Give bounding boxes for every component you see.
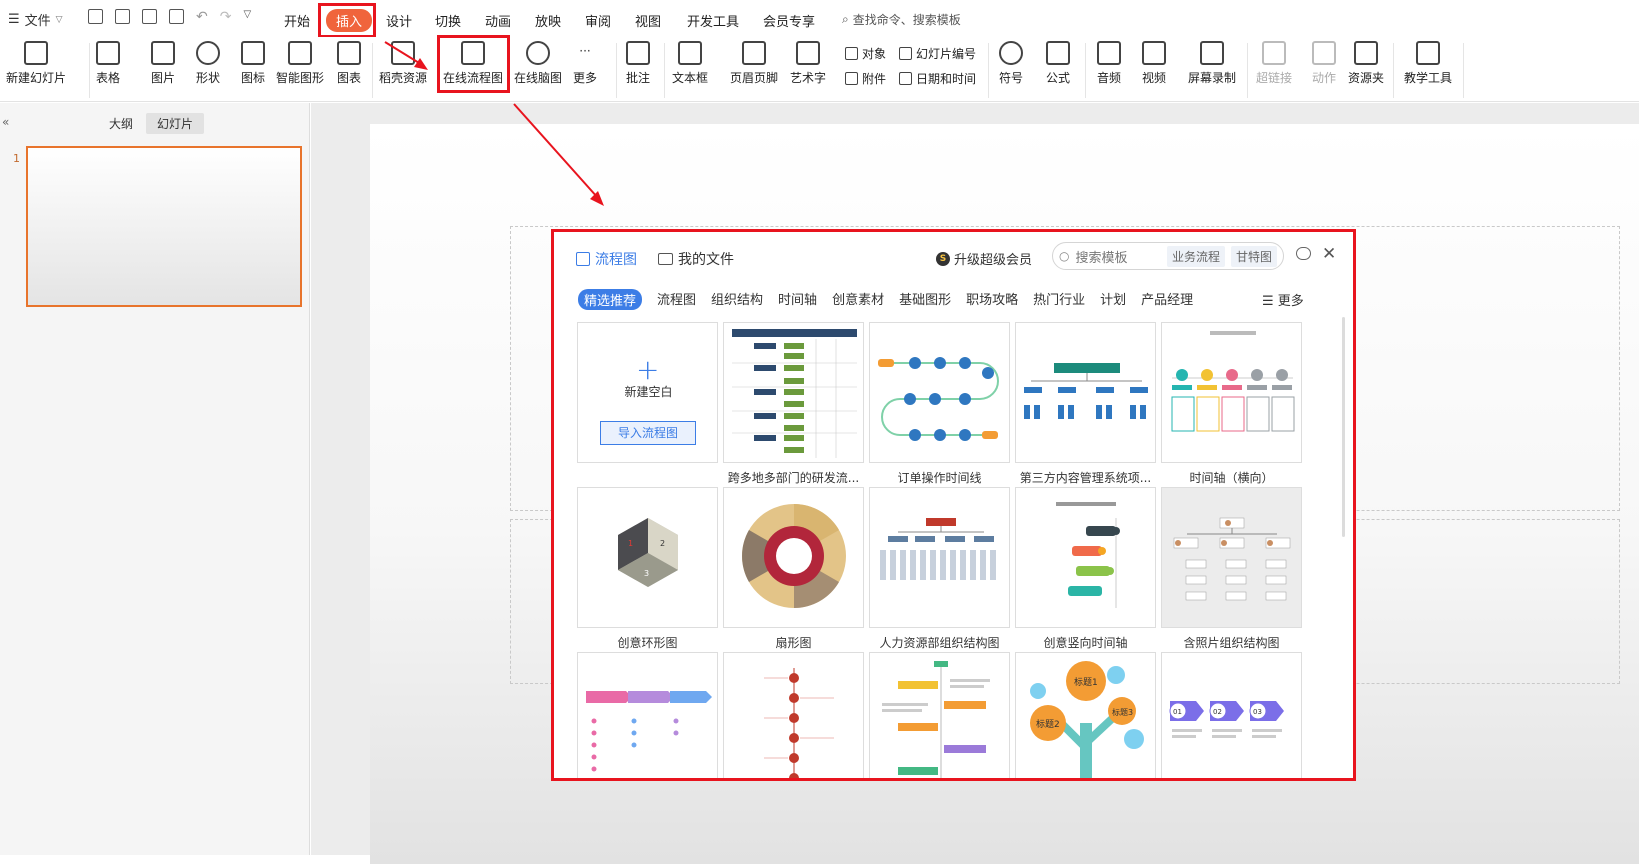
annotation-arrow-2-head [590,191,604,206]
template-caption: 含照片组织结构图 [1183,636,1280,650]
chat-icon[interactable] [1296,247,1311,260]
category-product-manager[interactable]: 产品经理 [1141,289,1193,310]
template-thumbnail [732,329,857,458]
template-thumbnail [880,518,996,580]
template-caption: 时间轴（横向） [1189,471,1274,485]
template-card[interactable] [723,652,864,778]
vip-badge-icon: S [936,251,950,266]
template-caption: 扇形图 [775,636,812,650]
plus-icon: + [636,353,660,386]
search-icon: ○ [1059,249,1070,263]
new-blank-label: 新建空白 [624,385,673,399]
hex-label-1: 1 [628,539,633,548]
tree-label-3: 标题3 [1112,707,1133,717]
template-thumbnail [1171,331,1295,432]
template-thumbnail: 标题1 标题2 标题3 [1030,661,1144,778]
template-thumbnail [1173,517,1291,601]
template-card[interactable]: 1 2 3 [577,487,718,628]
template-card[interactable] [1015,322,1156,463]
template-card[interactable] [869,652,1010,778]
template-thumbnail [878,357,999,441]
template-caption: 第三方内容管理系统项... [1019,471,1152,485]
template-card[interactable] [1015,487,1156,628]
template-card[interactable]: 标题1 标题2 标题3 [1015,652,1156,778]
tree-label-1: 标题1 [1074,676,1098,688]
hex-label-2: 2 [660,539,665,548]
search-chip-gantt[interactable]: 甘特图 [1230,245,1277,267]
flowchart-icon [576,252,590,266]
annotation-arrow-1-head [414,58,428,70]
category-creative[interactable]: 创意素材 [832,289,884,310]
template-card[interactable]: 01 02 03 [1161,652,1302,778]
category-basic-shapes[interactable]: 基础图形 [899,289,951,310]
arrow-label-3: 03 [1253,708,1262,716]
online-flowchart-dialog: 流程图 我的文件 S 升级超级会员 ○ 搜索模板 业务流程 甘特图 ✕ 精选推荐… [551,229,1356,781]
folder-icon [658,253,673,265]
template-card[interactable] [869,322,1010,463]
template-thumbnail [1024,363,1148,419]
template-caption: 创意竖向时间轴 [1043,636,1128,650]
template-search-placeholder: 搜索模板 [1075,250,1128,266]
template-card[interactable] [1161,487,1302,628]
template-card[interactable] [577,652,718,778]
arrow-label-1: 01 [1173,708,1182,716]
template-thumbnail [764,668,834,778]
new-blank-card[interactable]: + 新建空白 导入流程图 [577,322,718,463]
annotation-arrow-2 [513,103,599,199]
template-thumbnail [882,661,990,778]
template-card[interactable] [723,322,864,463]
tab-flowchart[interactable]: 流程图 [576,249,637,269]
category-featured[interactable]: 精选推荐 [578,289,643,310]
category-tabs: 精选推荐 流程图 组织结构 时间轴 创意素材 基础图形 职场攻略 热门行业 计划… [578,289,1208,310]
dialog-scrollbar[interactable] [1342,317,1345,537]
category-career[interactable]: 职场攻略 [966,289,1018,310]
category-flowchart[interactable]: 流程图 [657,289,696,310]
search-chip-business-flow[interactable]: 业务流程 [1166,245,1225,267]
import-flowchart-button[interactable]: 导入流程图 [600,421,696,445]
template-caption: 跨多地多部门的研发流... [727,471,860,485]
template-card[interactable] [1161,322,1302,463]
template-search[interactable]: ○ 搜索模板 业务流程 甘特图 [1052,242,1284,270]
list-icon: ☰ [1262,294,1274,309]
close-icon[interactable]: ✕ [1322,244,1336,264]
tree-label-2: 标题2 [1036,718,1060,730]
more-categories[interactable]: ☰ 更多 [1262,290,1304,309]
arrow-label-2: 02 [1213,708,1222,716]
upgrade-vip-link[interactable]: S 升级超级会员 [936,249,1032,268]
category-plan[interactable]: 计划 [1100,289,1126,310]
hex-label-3: 3 [644,569,649,578]
template-card[interactable] [869,487,1010,628]
category-industry[interactable]: 热门行业 [1033,289,1085,310]
template-caption: 订单操作时间线 [897,471,982,485]
template-caption: 创意环形图 [617,636,678,650]
template-card[interactable] [723,487,864,628]
template-caption: 人力资源部组织结构图 [879,636,1000,650]
category-org-structure[interactable]: 组织结构 [711,289,763,310]
template-thumbnail [742,504,846,608]
tab-my-files[interactable]: 我的文件 [658,249,734,269]
template-thumbnail [1056,502,1120,608]
template-thumbnail: 1 2 3 [618,518,678,587]
template-thumbnail: 01 02 03 [1169,701,1284,738]
category-timeline[interactable]: 时间轴 [778,289,817,310]
template-thumbnail [586,691,712,772]
